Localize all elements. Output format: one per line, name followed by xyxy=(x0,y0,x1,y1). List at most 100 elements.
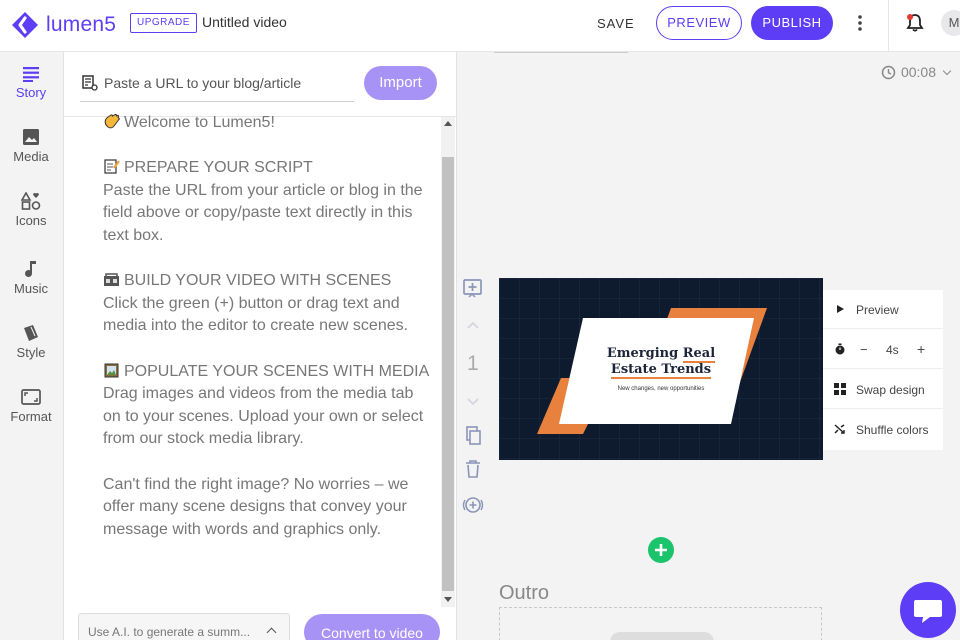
scene-title-part: Emerging xyxy=(606,346,683,361)
scene-duration-control: − 4s + xyxy=(823,330,943,369)
sidebar-item-label: Story xyxy=(15,85,47,100)
play-icon xyxy=(837,305,844,313)
import-button[interactable]: Import xyxy=(364,66,437,100)
menu-label: Preview xyxy=(856,303,899,317)
sidebar-item-story[interactable]: Story xyxy=(0,66,62,100)
scroll-thumb[interactable] xyxy=(442,157,454,591)
build-body: Click the green (+) button or drag text … xyxy=(103,294,409,335)
build-heading: BUILD YOUR VIDEO WITH SCENES xyxy=(124,272,392,290)
add-scene-button[interactable] xyxy=(648,537,674,563)
outro-dropzone[interactable] xyxy=(499,607,822,640)
music-note-icon xyxy=(25,261,36,277)
story-paragraph: PREPARE YOUR SCRIPT Paste the URL from y… xyxy=(103,157,433,247)
shuffle-colors-button[interactable]: Shuffle colors xyxy=(823,410,943,449)
scene-editor: 00:08 1 Emerging Real Estate Trends New … xyxy=(457,52,960,640)
story-panel: Import Welcome to Lumen5! PREPARE YOUR S… xyxy=(64,52,457,640)
prepare-heading: PREPARE YOUR SCRIPT xyxy=(124,159,313,177)
scene-preview-button[interactable]: Preview xyxy=(823,290,943,329)
scroll-up-arrow-icon[interactable] xyxy=(444,121,452,126)
save-button[interactable]: SAVE xyxy=(597,16,635,31)
lumen5-logo-icon xyxy=(12,12,38,38)
duration-decrease-button[interactable]: − xyxy=(860,342,868,357)
sidebar-item-format[interactable]: Format xyxy=(0,388,62,424)
film-frames-icon xyxy=(104,273,119,287)
chevron-down-icon xyxy=(942,66,952,75)
brush-icon xyxy=(24,325,38,341)
sidebar-item-label: Style xyxy=(16,345,46,360)
story-paragraph: Welcome to Lumen5! xyxy=(103,112,433,135)
chevron-up-icon xyxy=(266,627,277,638)
sidebar-item-style[interactable]: Style xyxy=(0,324,62,360)
link-document-icon xyxy=(82,75,98,91)
move-down-icon[interactable] xyxy=(462,395,484,409)
sidebar-item-label: Music xyxy=(14,281,48,296)
ai-select-value: Use A.I. to generate a summ... xyxy=(88,625,251,639)
user-avatar[interactable]: M xyxy=(941,10,960,36)
menu-label: Swap design xyxy=(856,383,925,397)
scene-duration-value: 4s xyxy=(886,343,899,357)
story-paragraph: POPULATE YOUR SCENES WITH MEDIA Drag ima… xyxy=(103,361,433,451)
top-divider-line xyxy=(494,52,628,53)
upgrade-button[interactable]: UPGRADE xyxy=(130,13,197,33)
logo-text: lumen5 xyxy=(46,13,117,36)
notification-bell-icon[interactable] xyxy=(905,13,925,33)
shuffle-icon xyxy=(834,424,845,434)
top-header: lumen5 UPGRADE Untitled video SAVE PREVI… xyxy=(0,0,960,52)
duration-increase-button[interactable]: + xyxy=(917,341,925,357)
lumen5-logo[interactable]: lumen5 xyxy=(10,10,116,40)
clock-icon xyxy=(881,65,896,79)
plus-icon xyxy=(655,544,667,556)
outro-placeholder-button[interactable] xyxy=(610,632,714,640)
story-text-area[interactable]: Welcome to Lumen5! PREPARE YOUR SCRIPT P… xyxy=(103,112,433,604)
video-duration[interactable]: 00:08 xyxy=(881,64,952,80)
scene-title: Emerging Real Estate Trends xyxy=(596,346,726,379)
waving-hand-icon xyxy=(104,113,120,129)
menu-label: Shuffle colors xyxy=(856,423,929,437)
stopwatch-icon xyxy=(835,343,845,355)
more-options-icon[interactable] xyxy=(852,12,868,34)
scene-thumbnail[interactable]: Emerging Real Estate Trends New changes,… xyxy=(499,278,823,460)
delete-scene-icon[interactable] xyxy=(462,459,484,479)
sidebar-item-icons[interactable]: Icons xyxy=(0,192,62,228)
story-paragraph: BUILD YOUR VIDEO WITH SCENES Click the g… xyxy=(103,270,433,338)
swap-design-button[interactable]: Swap design xyxy=(823,370,943,409)
left-sidebar: Story Media Icons Music Style Format xyxy=(0,52,64,640)
shapes-icon xyxy=(21,192,41,210)
framed-picture-icon xyxy=(104,363,119,378)
sidebar-item-label: Icons xyxy=(15,213,47,228)
header-divider xyxy=(888,0,889,52)
chat-bubble-icon xyxy=(914,600,942,623)
story-icon xyxy=(23,67,39,82)
sidebar-item-label: Media xyxy=(13,149,49,164)
add-text-scene-icon[interactable] xyxy=(462,278,484,300)
publish-button[interactable]: PUBLISH xyxy=(751,6,833,40)
story-paragraph: Can't find the right image? No worries –… xyxy=(103,474,433,542)
scene-title-line2: Estate Trends xyxy=(610,362,712,379)
scene-title-underlined: Real xyxy=(682,346,716,363)
no-image-text: Can't find the right image? No worries –… xyxy=(103,475,409,538)
url-input-row xyxy=(80,66,354,102)
move-up-icon[interactable] xyxy=(462,318,484,332)
scroll-down-arrow-icon[interactable] xyxy=(444,597,452,602)
ai-summary-select[interactable]: Use A.I. to generate a summ... xyxy=(78,613,290,640)
url-input[interactable] xyxy=(104,68,349,98)
preview-button[interactable]: PREVIEW xyxy=(656,6,742,40)
grid-layout-icon xyxy=(834,383,846,395)
add-scene-after-icon[interactable] xyxy=(462,494,484,516)
sidebar-item-label: Format xyxy=(10,409,52,424)
prepare-body: Paste the URL from your article or blog … xyxy=(103,181,423,244)
duplicate-scene-icon[interactable] xyxy=(462,426,484,446)
image-icon xyxy=(23,129,39,145)
sidebar-item-media[interactable]: Media xyxy=(0,128,62,164)
welcome-text: Welcome to Lumen5! xyxy=(124,114,275,131)
chat-support-button[interactable] xyxy=(900,582,956,638)
memo-icon xyxy=(104,159,120,174)
sidebar-item-music[interactable]: Music xyxy=(0,260,62,296)
scene-number: 1 xyxy=(467,352,479,375)
convert-to-video-button[interactable]: Convert to video xyxy=(304,614,440,640)
outro-label: Outro xyxy=(499,582,550,604)
story-scrollbar[interactable] xyxy=(441,117,455,607)
video-title[interactable]: Untitled video xyxy=(202,14,287,30)
populate-heading: POPULATE YOUR SCENES WITH MEDIA xyxy=(124,362,430,380)
populate-body: Drag images and videos from the media ta… xyxy=(103,385,424,448)
